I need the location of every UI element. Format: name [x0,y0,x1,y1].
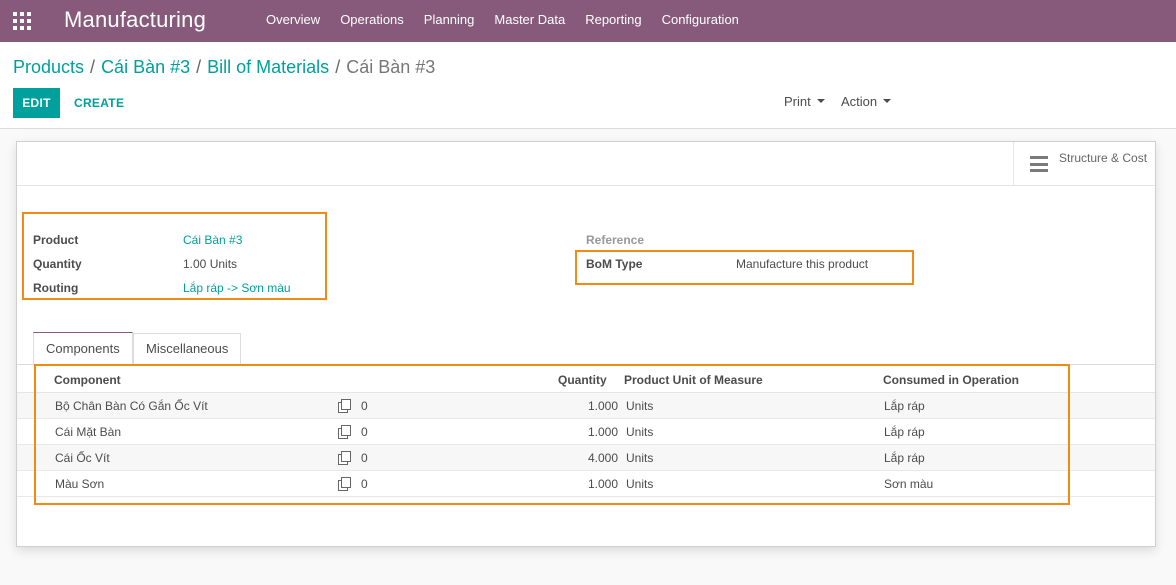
quantity-label: Quantity [33,257,82,271]
menu-configuration[interactable]: Configuration [652,0,749,42]
breadcrumb-separator: / [335,57,341,77]
control-panel: Products / Cái Bàn #3/Bill of Materials / Cá… [0,42,1176,129]
menu-reporting[interactable]: Reporting [575,0,651,42]
caret-down-icon [816,98,825,103]
breadcrumb: Products / Cái Bàn #3/Bill of Materials / Cá… [13,56,435,78]
tab-components[interactable]: Components [33,332,133,365]
breadcrumb-product[interactable]: Cái Bàn #3 [101,57,190,77]
menu-overview[interactable]: Overview [256,0,330,42]
bom-type-value: Manufacture this product [736,257,869,271]
highlight-box-components-table [34,364,1070,505]
quantity-unit: Units [209,257,238,271]
breadcrumb-separator: / [196,57,202,77]
breadcrumb-products[interactable]: Products [13,57,84,77]
breadcrumb-bom[interactable]: Bill of Materials [207,57,329,77]
routing-label: Routing [33,281,79,295]
bars-icon [1030,156,1048,172]
form-sheet: Structure & Cost Product Cái Bàn #3 Quan… [16,141,1156,547]
app-brand[interactable]: Manufacturing [64,6,206,34]
apps-menu-icon[interactable] [13,12,31,30]
structure-cost-label: Structure & Cost [1059,151,1148,165]
menu-master-data[interactable]: Master Data [484,0,575,42]
structure-cost-button[interactable]: Structure & Cost [1013,142,1155,186]
action-label: Action [841,94,878,109]
breadcrumb-separator: / [90,57,96,77]
create-button[interactable]: CREATE [64,88,134,118]
menu-planning[interactable]: Planning [414,0,485,42]
quantity-number: 1.00 [183,257,207,271]
print-label: Print [784,94,811,109]
quantity-value: 1.00 Units [183,257,237,271]
breadcrumb-current: Cái Bàn #3 [346,57,436,77]
product-value[interactable]: Cái Bàn #3 [183,233,242,247]
button-box: Structure & Cost [17,142,1155,186]
print-dropdown[interactable]: Print [784,94,825,109]
action-dropdown[interactable]: Action [841,94,892,109]
main-menu: Overview Operations Planning Master Data… [256,0,749,42]
bom-type-label: BoM Type [586,257,643,271]
top-navbar: Manufacturing Overview Operations Planni… [0,0,1176,42]
caret-down-icon [883,98,892,103]
menu-operations[interactable]: Operations [330,0,414,42]
reference-label: Reference [586,233,645,247]
edit-button[interactable]: EDIT [13,88,60,118]
product-label: Product [33,233,79,247]
routing-value[interactable]: Lắp ráp -> Sơn màu [183,281,291,295]
tab-miscellaneous[interactable]: Miscellaneous [133,333,242,364]
